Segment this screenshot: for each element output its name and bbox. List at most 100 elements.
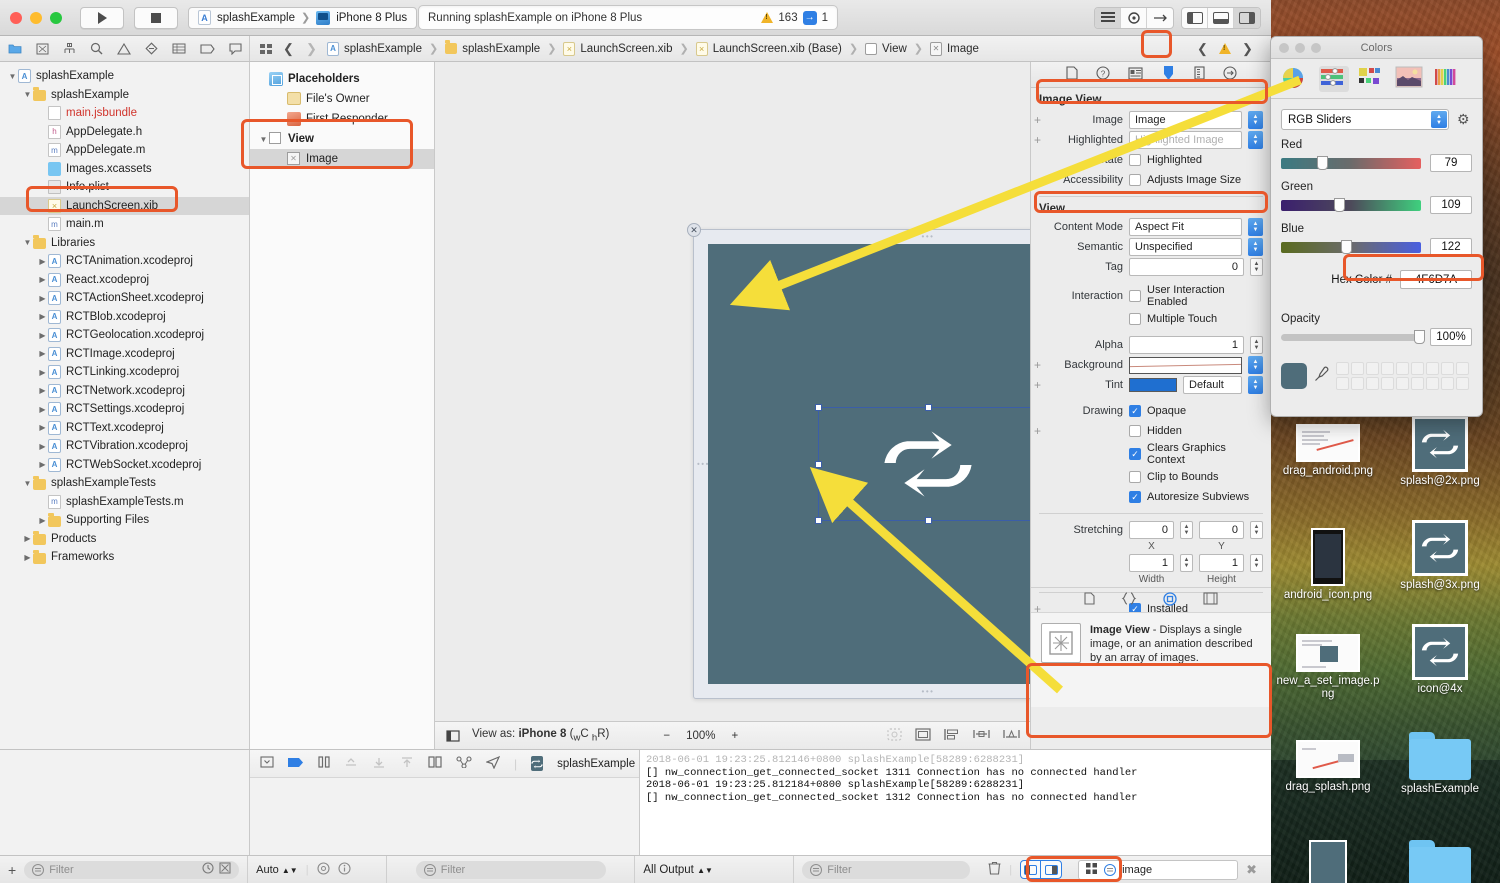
alpha-stepper[interactable]: ▲ ▼: [1250, 336, 1263, 354]
content-mode-field[interactable]: Aspect Fit: [1129, 218, 1242, 236]
disclosure-triangle-icon[interactable]: ▶: [37, 405, 48, 414]
minimize-window-button[interactable]: [30, 11, 42, 24]
disclosure-triangle-icon[interactable]: ▶: [37, 368, 48, 377]
navigator-row[interactable]: ▼ splashExample: [0, 67, 249, 86]
toggle-inspector-button[interactable]: [1234, 7, 1260, 28]
add-variation-icon[interactable]: +: [1034, 133, 1041, 147]
navigator-row[interactable]: ▶ RCTGeolocation.xcodeproj: [0, 326, 249, 345]
view-as-label[interactable]: View as: iPhone 8 (wC hR): [472, 728, 609, 743]
stretching-x-field[interactable]: 0: [1129, 521, 1174, 539]
background-chevron-icon[interactable]: ▲ ▼: [1248, 356, 1263, 374]
jump-bar[interactable]: ❮ ❯ splashExample ❯ splashExample ❯ Laun…: [250, 36, 1271, 61]
stretching-row[interactable]: Stretching 0 ▲ ▼ 0 ▲ ▼: [1031, 520, 1271, 540]
red-slider-track[interactable]: [1281, 155, 1421, 170]
autoresize-subviews-checkbox[interactable]: [1129, 491, 1141, 503]
assistant-editor-button[interactable]: [1121, 7, 1147, 28]
zoom-colors-button[interactable]: [1311, 42, 1321, 53]
resize-handle[interactable]: [815, 460, 822, 468]
stretching-height-stepper[interactable]: ▲ ▼: [1250, 554, 1263, 572]
alpha-field[interactable]: 1: [1129, 336, 1244, 354]
symbol-navigator-icon[interactable]: [63, 41, 76, 56]
toggle-navigator-button[interactable]: [1182, 7, 1208, 28]
version-editor-button[interactable]: [1147, 8, 1173, 28]
navigator-row[interactable]: AppDelegate.h: [0, 123, 249, 142]
attributes-inspector[interactable]: ? Image View + Image Image ▲ ▼ + Highlig…: [1030, 62, 1271, 749]
disclosure-triangle-icon[interactable]: ▶: [37, 349, 48, 358]
interaction-row[interactable]: Interaction User Interaction Enabled: [1031, 283, 1271, 309]
desktop-file[interactable]: drag_splash.png: [1274, 740, 1382, 794]
multiple-touch-row[interactable]: Multiple Touch: [1031, 309, 1271, 329]
console-output[interactable]: 2018-06-01 19:23:25.812146+0800 splashEx…: [640, 750, 1271, 855]
close-icon[interactable]: ✕: [687, 223, 701, 237]
editor-mode-segment[interactable]: [1094, 6, 1174, 29]
user-interaction-enabled-checkbox[interactable]: [1129, 290, 1141, 302]
colors-mode-tabs[interactable]: [1271, 59, 1482, 99]
color-mode-row[interactable]: RGB Sliders ▲ ▼ ⚙: [1281, 109, 1472, 130]
breadcrumb-item-4[interactable]: View: [882, 43, 907, 55]
hidden-row[interactable]: + Hidden: [1031, 421, 1271, 441]
issue-count[interactable]: 1: [822, 12, 828, 24]
opacity-slider-knob[interactable]: [1414, 329, 1425, 344]
attributes-inspector-tab[interactable]: [1161, 65, 1176, 84]
outline-footer[interactable]: Auto ▲▼ |: [248, 856, 388, 883]
navigator-tab-bar[interactable]: [0, 36, 250, 61]
stretching-height-field[interactable]: 1: [1199, 554, 1244, 572]
stretching-size-row[interactable]: 1 ▲ ▼ 1 ▲ ▼: [1031, 553, 1271, 573]
image-row[interactable]: + Image Image ▲ ▼: [1031, 110, 1271, 130]
update-frames-icon[interactable]: [887, 727, 902, 744]
warning-count[interactable]: 163: [778, 12, 797, 24]
navigator-row[interactable]: AppDelegate.m: [0, 141, 249, 160]
tint-field[interactable]: Default: [1183, 376, 1242, 394]
red-slider-row[interactable]: 79: [1281, 154, 1472, 172]
simulate-location-icon[interactable]: [485, 755, 501, 772]
related-items-icon[interactable]: [258, 41, 273, 56]
console-split-segment[interactable]: [1020, 860, 1063, 879]
stretching-x-stepper[interactable]: ▲ ▼: [1180, 521, 1193, 539]
outline-row[interactable]: Image: [250, 149, 434, 169]
green-slider-track[interactable]: [1281, 197, 1421, 212]
colors-panel[interactable]: Colors RGB Sliders ▲ ▼ ⚙ Red 79 Green 10…: [1270, 36, 1483, 417]
state-highlighted-checkbox[interactable]: [1129, 154, 1141, 166]
disclosure-triangle-icon[interactable]: ▶: [37, 423, 48, 432]
breadcrumb-item-3[interactable]: LaunchScreen.xib (Base): [713, 43, 842, 55]
disclosure-triangle-icon[interactable]: ▶: [22, 553, 33, 562]
object-library-tab[interactable]: [1163, 591, 1177, 609]
zoom-in-button[interactable]: +: [731, 730, 738, 742]
zoom-window-button[interactable]: [50, 11, 62, 24]
alpha-row[interactable]: Alpha 1 ▲ ▼: [1031, 335, 1271, 355]
desktop-file[interactable]: new_a_set_image.png: [1274, 634, 1382, 701]
console-jump-bar[interactable]: image: [1078, 859, 1239, 880]
align-icon[interactable]: [944, 728, 960, 744]
navigator-row[interactable]: ▶ RCTNetwork.xcodeproj: [0, 382, 249, 401]
add-variation-icon[interactable]: +: [1034, 113, 1041, 127]
disclosure-triangle-icon[interactable]: ▶: [37, 442, 48, 451]
activate-breakpoints-icon[interactable]: [288, 757, 304, 771]
navigator-row[interactable]: ▶ RCTWebSocket.xcodeproj: [0, 456, 249, 475]
opacity-value[interactable]: 100%: [1430, 328, 1472, 346]
navigator-row[interactable]: Info.plist: [0, 178, 249, 197]
view-as-toggle-icon[interactable]: [445, 728, 460, 743]
info-toggle-icon[interactable]: [338, 861, 351, 878]
hide-debug-bar-icon[interactable]: [260, 756, 274, 771]
embed-in-icon[interactable]: [915, 727, 931, 744]
navigator-footer[interactable]: + Filter: [0, 856, 249, 883]
content-mode-chevron-icon[interactable]: ▲ ▼: [1248, 218, 1263, 236]
output-scope-footer[interactable]: All Output ▲▼: [635, 856, 795, 883]
desktop-file[interactable]: icon@4x: [1386, 624, 1494, 696]
content-mode-row[interactable]: Content Mode Aspect Fit ▲ ▼: [1031, 217, 1271, 237]
add-file-button[interactable]: +: [8, 862, 16, 878]
highlighted-combo-field[interactable]: Highlighted Image: [1129, 131, 1242, 149]
navigator-row[interactable]: ▶ RCTVibration.xcodeproj: [0, 437, 249, 456]
saved-swatches-grid[interactable]: [1336, 362, 1469, 390]
add-variation-icon[interactable]: +: [1034, 378, 1041, 392]
inspector-tab-bar[interactable]: ?: [1031, 62, 1271, 88]
disclosure-triangle-icon[interactable]: ▶: [37, 516, 48, 525]
blue-value[interactable]: 122: [1430, 238, 1472, 256]
step-out-icon[interactable]: [400, 756, 414, 771]
navigator-row[interactable]: ▶ RCTSettings.xcodeproj: [0, 400, 249, 419]
breadcrumb-item-0[interactable]: splashExample: [344, 43, 422, 55]
current-color-swatch[interactable]: [1281, 363, 1307, 389]
image-combo-field[interactable]: Image: [1129, 111, 1242, 129]
step-over-icon[interactable]: [344, 757, 358, 771]
navigator-row[interactable]: ▼ splashExampleTests: [0, 474, 249, 493]
